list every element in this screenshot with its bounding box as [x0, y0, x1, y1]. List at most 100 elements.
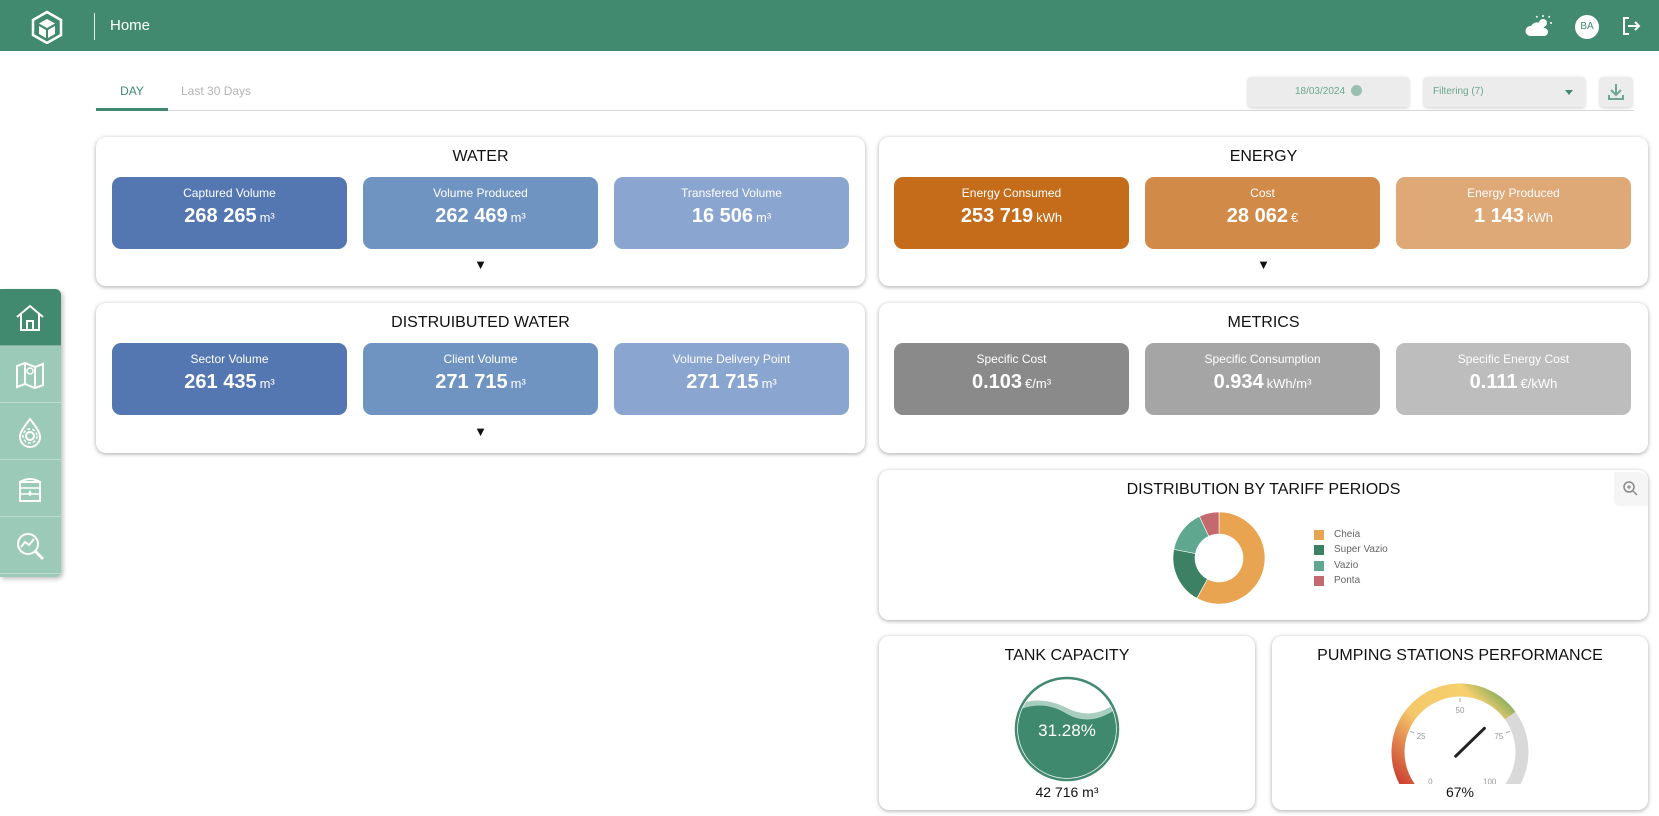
- metric-unit: €/kWh: [1520, 376, 1558, 391]
- tank-gauge: 31.28%: [1014, 676, 1120, 782]
- pumping-performance-title: PUMPING STATIONS PERFORMANCE: [1317, 647, 1603, 664]
- metric-label: Volume Delivery Point: [672, 352, 791, 366]
- tank-percent: 31.28%: [1038, 721, 1096, 740]
- legend-swatch-cheia: [1314, 530, 1324, 540]
- nav-item-home[interactable]: [0, 289, 61, 346]
- gauge-tick: [1409, 730, 1414, 734]
- analytics-search-icon: [17, 533, 45, 561]
- specific-energy-cost-tile[interactable]: Specific Energy Cost 0.111 €/kWh: [1396, 343, 1631, 415]
- transfered-volume-tile[interactable]: Transfered Volume 16 506 m³: [614, 177, 849, 249]
- logout-icon[interactable]: [1620, 15, 1642, 37]
- zoom-in-icon: [1623, 481, 1638, 496]
- tariff-donut-chart: [1172, 511, 1266, 605]
- gauge-tick-label: 25: [1417, 732, 1426, 741]
- tariff-title: DISTRIBUTION BY TARIFF PERIODS: [1126, 481, 1401, 498]
- nav-item-map[interactable]: [0, 346, 61, 403]
- distributed-water-card: DISTRUIBUTED WATER Sector Volume 261 435…: [96, 303, 865, 453]
- metric-unit: m³: [756, 210, 772, 225]
- specific-consumption-tile[interactable]: Specific Consumption 0.934 kWh/m³: [1145, 343, 1380, 415]
- legend-label: Cheia: [1334, 529, 1361, 540]
- side-nav: [0, 289, 61, 577]
- date-picker-button[interactable]: 18/03/2024: [1248, 77, 1409, 107]
- page-title: Home: [110, 17, 151, 34]
- avatar[interactable]: BA: [1575, 15, 1599, 39]
- water-gear-icon: [18, 417, 42, 448]
- energy-card: ENERGY Energy Consumed 253 719 kWh Cost 2…: [879, 137, 1648, 286]
- metric-unit: m³: [510, 210, 526, 225]
- gauge-tick: [1506, 730, 1511, 734]
- chevron-down-icon: [1565, 90, 1573, 95]
- tab-last-30-days[interactable]: Last 30 Days: [181, 84, 251, 98]
- metric-unit: m³: [510, 376, 526, 391]
- metric-unit: €: [1290, 210, 1299, 225]
- metric-unit: kWh/m³: [1266, 376, 1312, 391]
- metric-label: Energy Produced: [1467, 186, 1560, 200]
- zoom-button[interactable]: [1614, 472, 1648, 506]
- nav-item-water-settings[interactable]: [0, 403, 61, 460]
- weather-icon[interactable]: [1525, 14, 1553, 38]
- metric-value: 268 265: [184, 205, 257, 227]
- download-button[interactable]: [1600, 77, 1632, 107]
- metrics-title: METRICS: [1227, 314, 1300, 331]
- date-value: 18/03/2024: [1294, 86, 1346, 97]
- legend-item-ponta: Ponta: [1314, 575, 1360, 586]
- legend-item-vazio: Vazio: [1314, 560, 1359, 571]
- nav-item-reservoir[interactable]: [0, 460, 61, 517]
- metric-value: 261 435: [184, 371, 257, 393]
- water-title: WATER: [452, 148, 509, 165]
- tab-day[interactable]: DAY: [96, 84, 168, 111]
- energy-consumed-tile[interactable]: Energy Consumed 253 719 kWh: [894, 177, 1129, 249]
- tank-capacity-card: TANK CAPACITY 31.28% 42 716 m³: [879, 636, 1255, 810]
- gauge-tick-label: 50: [1456, 706, 1465, 715]
- app-logo-icon[interactable]: [30, 10, 64, 44]
- specific-cost-tile[interactable]: Specific Cost 0.103 €/m³: [894, 343, 1129, 415]
- metrics-card: METRICS Specific Cost 0.103 €/m³ Specific…: [879, 303, 1648, 453]
- gauge-fill: [1391, 683, 1516, 784]
- tank-capacity-title: TANK CAPACITY: [1004, 647, 1130, 664]
- sector-volume-tile[interactable]: Sector Volume 261 435 m³: [112, 343, 347, 415]
- volume-delivery-point-tile[interactable]: Volume Delivery Point 271 715 m³: [614, 343, 849, 415]
- metric-unit: m³: [761, 376, 777, 391]
- energy-produced-tile[interactable]: Energy Produced 1 143 kWh: [1396, 177, 1631, 249]
- top-bar: Home BA: [0, 0, 1659, 51]
- clock-icon: [1351, 84, 1363, 96]
- metric-label: Client Volume: [443, 352, 518, 366]
- metric-label: Specific Energy Cost: [1457, 352, 1570, 366]
- metric-value: 271 715: [686, 371, 759, 393]
- distributed-water-title: DISTRUIBUTED WATER: [391, 314, 570, 331]
- nav-item-analytics[interactable]: [0, 517, 61, 574]
- client-volume-tile[interactable]: Client Volume 271 715 m³: [363, 343, 598, 415]
- legend-swatch-super-vazio: [1314, 545, 1324, 555]
- tariff-card: DISTRIBUTION BY TARIFF PERIODS Cheia Sup…: [879, 470, 1648, 620]
- volume-produced-tile[interactable]: Volume Produced 262 469 m³: [363, 177, 598, 249]
- expand-distributed-icon[interactable]: ▼: [474, 424, 487, 439]
- legend-swatch-vazio: [1314, 561, 1324, 571]
- filter-dropdown[interactable]: Filtering (7): [1424, 77, 1585, 107]
- pumping-value: 67%: [1445, 784, 1475, 800]
- legend-item-cheia: Cheia: [1314, 529, 1361, 540]
- legend-label: Super Vazio: [1334, 544, 1388, 555]
- expand-energy-icon[interactable]: ▼: [1257, 257, 1270, 272]
- tank-volume: 42 716 m³: [1035, 784, 1099, 800]
- metric-label: Captured Volume: [183, 186, 276, 200]
- metric-value: 262 469: [435, 205, 508, 227]
- metric-label: Sector Volume: [190, 352, 269, 366]
- metric-label: Volume Produced: [433, 186, 528, 200]
- metric-value: 1 143: [1473, 205, 1525, 227]
- metric-label: Specific Consumption: [1204, 352, 1321, 366]
- pumping-gauge: 0255075100: [1391, 683, 1529, 784]
- metric-value: 16 506: [691, 205, 753, 227]
- energy-title: ENERGY: [1229, 148, 1298, 165]
- legend-item-super-vazio: Super Vazio: [1314, 544, 1388, 555]
- cost-tile[interactable]: Cost 28 062 €: [1145, 177, 1380, 249]
- legend-label: Vazio: [1334, 560, 1359, 571]
- expand-water-icon[interactable]: ▼: [474, 257, 487, 272]
- metric-value: 0.934: [1213, 371, 1264, 393]
- gauge-needle: [1454, 726, 1486, 758]
- home-icon: [16, 304, 44, 331]
- header-divider: [94, 13, 95, 40]
- metric-label: Cost: [1250, 186, 1275, 200]
- metric-value: 28 062: [1226, 205, 1288, 227]
- captured-volume-tile[interactable]: Captured Volume 268 265 m³: [112, 177, 347, 249]
- gauge-tick-label: 75: [1494, 732, 1503, 741]
